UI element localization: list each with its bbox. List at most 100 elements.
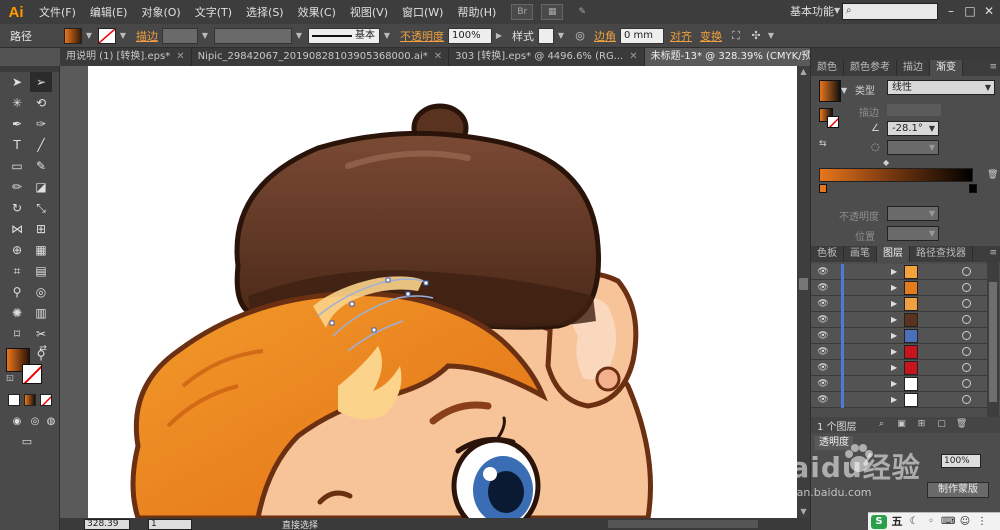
visibility-eye-icon[interactable]: 👁 [817,394,829,406]
tab-document-active[interactable]: 未标题-13* @ 328.39% (CMYK/预览)✕ [644,48,810,66]
menu-object[interactable]: 对象(O) [134,4,187,20]
isolate-group-icon[interactable]: ⛶ [726,28,746,44]
clipping-mask-icon[interactable]: ▣ [895,419,909,431]
menu-edit[interactable]: 编辑(E) [83,4,135,20]
fill-swatch[interactable] [64,27,82,44]
rotate-tool-icon[interactable]: ↻ [6,198,28,218]
eyedropper-tool-icon[interactable]: ⚲ [6,282,28,302]
cartoon-boy-illustration[interactable] [88,66,797,518]
expand-triangle-icon[interactable]: ▶ [891,267,897,276]
magic-wand-tool-icon[interactable]: ✳ [6,93,28,113]
pen-tool-icon[interactable]: ✒ [6,114,28,134]
locate-object-icon[interactable]: ⌕ [875,419,889,431]
moon-icon[interactable]: ☾ [907,515,921,529]
visibility-eye-icon[interactable]: 👁 [817,346,829,358]
chevron-down-icon[interactable]: ▼ [834,6,842,15]
expand-triangle-icon[interactable]: ▶ [891,283,897,292]
default-colors-icon[interactable]: ◱ [4,372,16,384]
menu-effect[interactable]: 效果(C) [291,4,343,20]
chevron-down-icon[interactable]: ▼ [766,29,776,43]
arrange-documents-icon[interactable]: ▦ [541,4,564,20]
artboard-tool-icon[interactable]: ⌑ [6,324,28,344]
scroll-thumb[interactable] [989,282,997,402]
close-icon[interactable]: ✕ [176,51,184,62]
target-circle-icon[interactable] [962,379,971,388]
midpoint-diamond-icon[interactable]: ◆ [883,158,889,167]
tab-layers[interactable]: 图层 [877,246,910,262]
tab-document-2[interactable]: Nipic_29842067_20190828103905368000.ai* ✕ [192,48,450,66]
gradient-type-select[interactable]: 线性 ▼ [887,80,995,95]
gradient-slider[interactable] [819,168,973,182]
screen-mode-icon[interactable]: ▭ [16,432,38,452]
expand-triangle-icon[interactable]: ▶ [891,363,897,372]
sogou-ime-icon[interactable]: S [871,514,887,529]
none-mode-button[interactable] [40,394,52,406]
layer-row[interactable]: 👁 ▶ [811,296,987,312]
gradient-thumbnail[interactable] [819,80,841,102]
layer-row[interactable]: 👁 ▶ [811,392,987,408]
draw-inside-icon[interactable]: ◍ [40,412,62,432]
gradient-stop-end[interactable] [969,184,977,193]
stroke-weight-field[interactable] [162,27,198,44]
visibility-eye-icon[interactable]: 👁 [817,282,829,294]
symbol-sprayer-tool-icon[interactable]: ✺ [6,303,28,323]
tab-color[interactable]: 颜色 [811,60,844,76]
transparency-opacity-field[interactable]: 100% [941,454,981,468]
color-mode-button[interactable] [8,394,20,406]
expand-triangle-icon[interactable]: ▶ [891,331,897,340]
apps-grid-icon[interactable]: ⋮ [975,515,989,529]
chevron-down-icon[interactable]: ▼ [841,86,847,95]
layer-row[interactable]: 👁 ▶ [811,328,987,344]
layers-scrollbar[interactable] [987,262,999,417]
gradient-mode-button[interactable] [24,394,36,406]
tab-pathfinder[interactable]: 路径查找器 [910,246,973,262]
chevron-down-icon[interactable]: ▼ [556,29,566,43]
type-tool-icon[interactable]: T [6,135,28,155]
expand-triangle-icon[interactable]: ▶ [891,347,897,356]
stroke-label[interactable]: 描边 [136,28,158,44]
reverse-gradient-icon[interactable]: ⇆ [819,139,827,149]
tab-stroke[interactable]: 描边 [897,60,930,76]
scroll-up-icon[interactable]: ▲ [797,66,810,78]
new-layer-icon[interactable]: ▢ [935,419,949,431]
scale-tool-icon[interactable]: ⤡ [30,198,52,218]
expand-triangle-icon[interactable]: ▶ [891,379,897,388]
chevron-down-icon[interactable]: ▼ [200,29,210,43]
blend-tool-icon[interactable]: ◎ [30,282,52,302]
perspective-grid-tool-icon[interactable]: ▦ [30,240,52,260]
line-tool-icon[interactable]: ╱ [30,135,52,155]
stroke-mini-icon[interactable] [827,116,839,128]
chevron-right-icon[interactable]: ▶ [494,29,504,43]
chevron-down-icon[interactable]: ▼ [294,29,304,43]
help-search-input[interactable]: ⌕ [842,3,938,20]
target-circle-icon[interactable] [962,315,971,324]
panel-dock-header[interactable] [811,48,1000,60]
pencil-tool-icon[interactable]: ✏ [6,177,28,197]
opacity-field[interactable]: 100% [448,27,492,44]
stroke-color-box[interactable] [22,364,42,384]
angle-field[interactable]: -28.1° ▼ [887,121,939,136]
paintbrush-tool-icon[interactable]: ✎ [30,156,52,176]
expand-triangle-icon[interactable]: ▶ [891,395,897,404]
visibility-eye-icon[interactable]: 👁 [817,314,829,326]
layer-row[interactable]: 👁 ▶ [811,344,987,360]
canvas-horizontal-scrollbar[interactable] [608,520,758,528]
direct-selection-tool-icon[interactable]: ➢ [30,72,52,92]
menu-view[interactable]: 视图(V) [343,4,395,20]
menu-file[interactable]: 文件(F) [32,4,83,20]
tab-document-3[interactable]: 303 [转换].eps* @ 4496.6% (RG... ✕ [449,48,645,66]
layer-row[interactable]: 👁 ▶ [811,376,987,392]
visibility-eye-icon[interactable]: 👁 [817,330,829,342]
menu-select[interactable]: 选择(S) [239,4,291,20]
target-circle-icon[interactable] [962,283,971,292]
gradient-stop-start[interactable] [819,184,827,193]
layer-row[interactable]: 👁 ▶ [811,280,987,296]
transform-label[interactable]: 变换 [700,28,722,44]
visibility-eye-icon[interactable]: 👁 [817,298,829,310]
panel-menu-icon[interactable]: ≡ [989,248,997,258]
expand-triangle-icon[interactable]: ▶ [891,299,897,308]
scroll-thumb[interactable] [799,278,808,290]
target-circle-icon[interactable] [962,347,971,356]
visibility-eye-icon[interactable]: 👁 [817,362,829,374]
scroll-down-icon[interactable]: ▼ [797,506,810,518]
